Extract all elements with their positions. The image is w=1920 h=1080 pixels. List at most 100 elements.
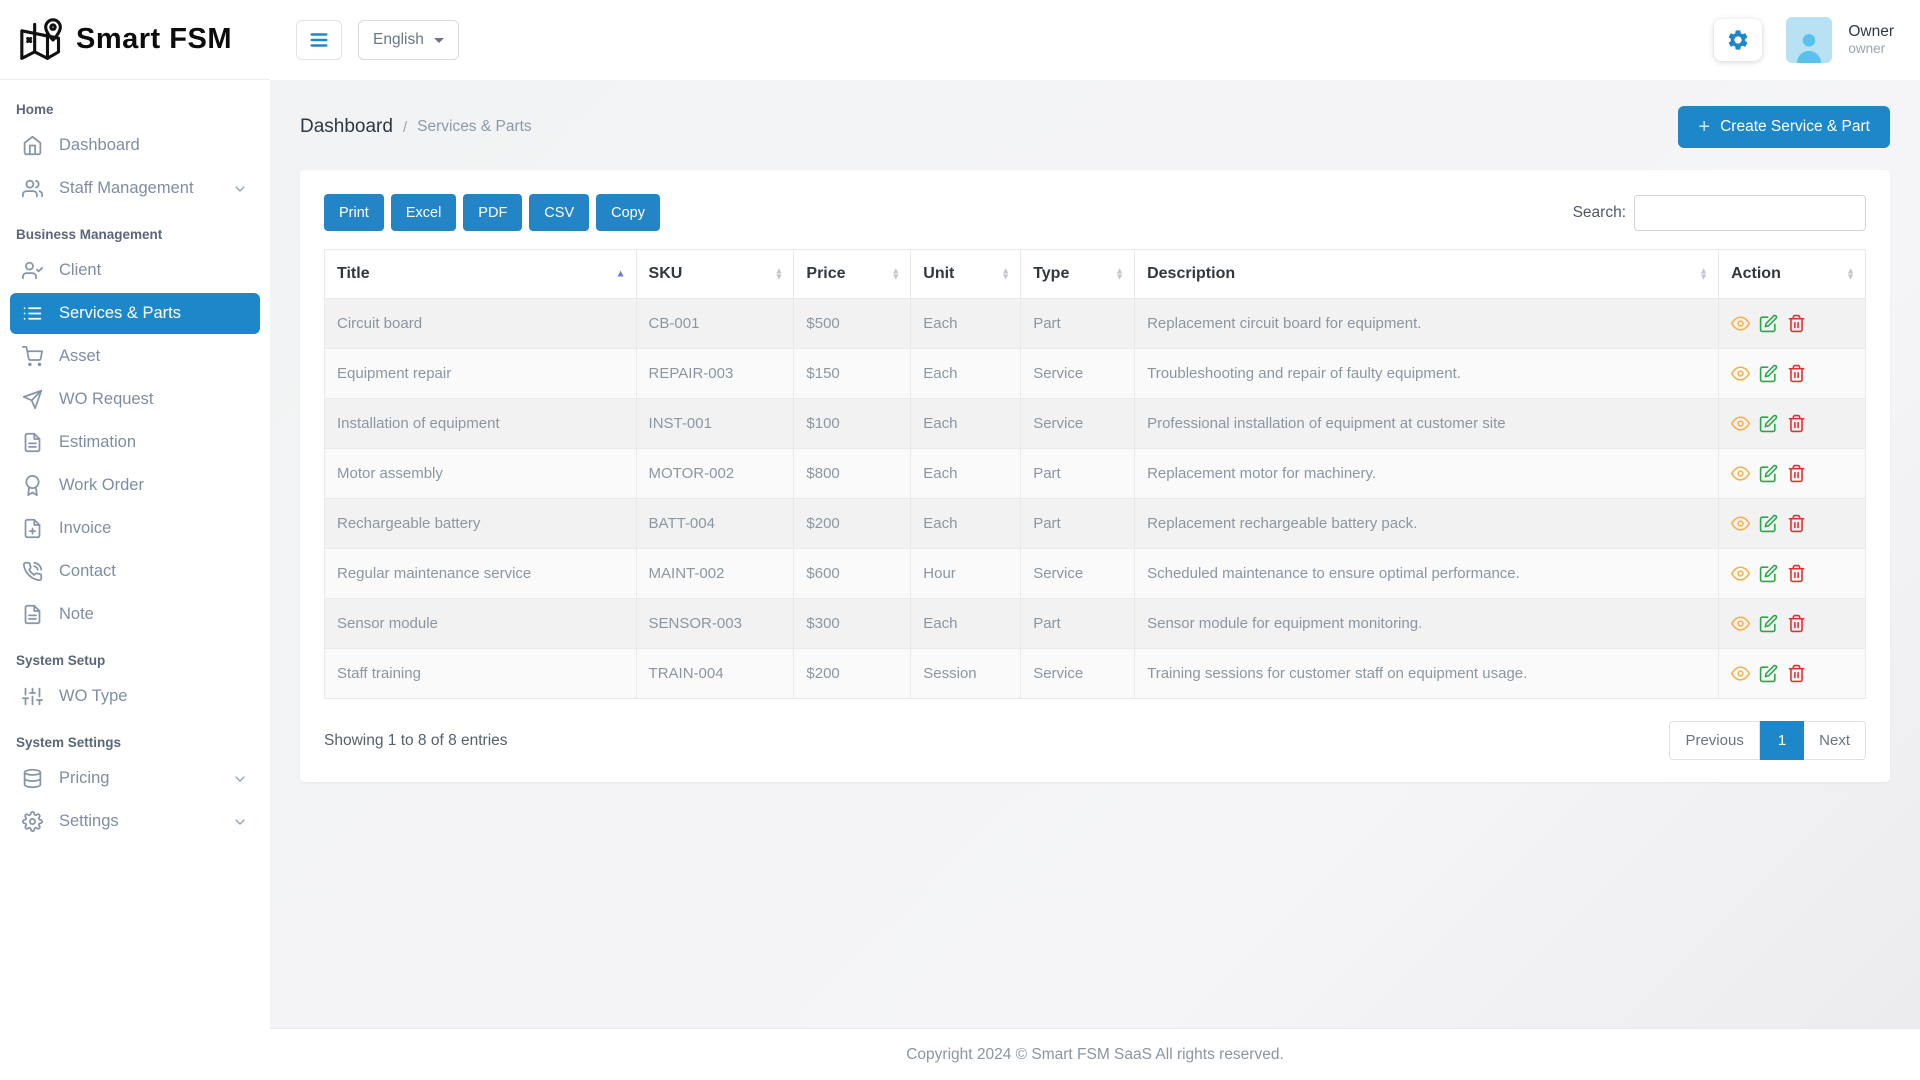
table-row: Circuit boardCB-001$500EachPartReplaceme… xyxy=(325,299,1866,349)
view-button[interactable] xyxy=(1731,414,1750,433)
chevron-down-icon xyxy=(232,771,248,787)
column-header-type[interactable]: Type▲▼ xyxy=(1021,250,1135,299)
trash-icon xyxy=(1787,364,1806,383)
sidebar-section-business-management: Business Management xyxy=(0,211,270,248)
sidebar-item-settings[interactable]: Settings xyxy=(10,801,260,842)
sidebar-item-services-parts[interactable]: Services & Parts xyxy=(10,293,260,334)
delete-button[interactable] xyxy=(1787,614,1806,633)
copy-export-button[interactable]: Copy xyxy=(596,194,660,231)
sidebar-item-dashboard[interactable]: Dashboard xyxy=(10,125,260,166)
csv-export-button[interactable]: CSV xyxy=(529,194,589,231)
edit-button[interactable] xyxy=(1759,614,1778,633)
file-plus-icon xyxy=(22,518,43,539)
edit-button[interactable] xyxy=(1759,414,1778,433)
edit-button[interactable] xyxy=(1759,514,1778,533)
view-button[interactable] xyxy=(1731,564,1750,583)
column-header-sku[interactable]: SKU▲▼ xyxy=(636,250,794,299)
cell-sku: TRAIN-004 xyxy=(636,649,794,699)
view-button[interactable] xyxy=(1731,314,1750,333)
plus-icon: + xyxy=(1698,117,1710,137)
eye-icon xyxy=(1731,414,1750,433)
eye-icon xyxy=(1731,564,1750,583)
sort-both-icon: ▲▼ xyxy=(891,268,900,279)
breadcrumb-row: Dashboard / Services & Parts + Create Se… xyxy=(270,80,1920,170)
settings-gear-button[interactable] xyxy=(1714,19,1762,61)
list-icon xyxy=(22,303,43,324)
sidebar-item-client[interactable]: Client xyxy=(10,250,260,291)
cell-description: Replacement circuit board for equipment. xyxy=(1135,299,1719,349)
sidebar-item-wo-type[interactable]: WO Type xyxy=(10,676,260,717)
sidebar-item-contact[interactable]: Contact xyxy=(10,551,260,592)
excel-export-button[interactable]: Excel xyxy=(391,194,456,231)
column-header-unit[interactable]: Unit▲▼ xyxy=(911,250,1021,299)
table-row: Equipment repairREPAIR-003$150EachServic… xyxy=(325,349,1866,399)
sidebar-item-label: Client xyxy=(59,261,101,280)
sidebar-item-label: Pricing xyxy=(59,769,109,788)
delete-button[interactable] xyxy=(1787,314,1806,333)
view-button[interactable] xyxy=(1731,364,1750,383)
sidebar-item-wo-request[interactable]: WO Request xyxy=(10,379,260,420)
sidebar-item-label: Staff Management xyxy=(59,179,194,198)
cell-price: $500 xyxy=(794,299,911,349)
sidebar-item-estimation[interactable]: Estimation xyxy=(10,422,260,463)
delete-button[interactable] xyxy=(1787,414,1806,433)
table-row: Regular maintenance serviceMAINT-002$600… xyxy=(325,549,1866,599)
sidebar-section-system-settings: System Settings xyxy=(0,719,270,756)
sidebar-item-work-order[interactable]: Work Order xyxy=(10,465,260,506)
view-button[interactable] xyxy=(1731,514,1750,533)
sidebar-item-pricing[interactable]: Pricing xyxy=(10,758,260,799)
language-dropdown[interactable]: English xyxy=(358,20,459,60)
breadcrumb-dashboard[interactable]: Dashboard xyxy=(300,116,393,138)
view-button[interactable] xyxy=(1731,614,1750,633)
cell-action xyxy=(1719,499,1866,549)
pagination-previous-button[interactable]: Previous xyxy=(1669,721,1759,760)
brand-name: Smart FSM xyxy=(76,23,232,56)
delete-button[interactable] xyxy=(1787,564,1806,583)
edit-button[interactable] xyxy=(1759,464,1778,483)
view-button[interactable] xyxy=(1731,664,1750,683)
brand-logo[interactable]: Smart FSM xyxy=(0,0,270,80)
hamburger-icon xyxy=(308,29,330,51)
pagination-next-button[interactable]: Next xyxy=(1804,721,1866,760)
sidebar-section-system-setup: System Setup xyxy=(0,637,270,674)
column-header-price[interactable]: Price▲▼ xyxy=(794,250,911,299)
row-actions xyxy=(1731,564,1853,583)
delete-button[interactable] xyxy=(1787,464,1806,483)
sidebar: Smart FSM HomeDashboardStaff ManagementB… xyxy=(0,0,270,1080)
delete-button[interactable] xyxy=(1787,664,1806,683)
edit-button[interactable] xyxy=(1759,314,1778,333)
column-label: Description xyxy=(1147,265,1235,282)
edit-button[interactable] xyxy=(1759,664,1778,683)
cell-description: Scheduled maintenance to ensure optimal … xyxy=(1135,549,1719,599)
print-export-button[interactable]: Print xyxy=(324,194,384,231)
cell-price: $800 xyxy=(794,449,911,499)
create-service-part-button[interactable]: + Create Service & Part xyxy=(1678,106,1890,148)
sidebar-item-note[interactable]: Note xyxy=(10,594,260,635)
map-pin-logo-icon xyxy=(20,18,64,62)
edit-button[interactable] xyxy=(1759,364,1778,383)
cell-description: Troubleshooting and repair of faulty equ… xyxy=(1135,349,1719,399)
sidebar-toggle-button[interactable] xyxy=(296,20,342,60)
sidebar-item-label: Invoice xyxy=(59,519,111,538)
column-header-action[interactable]: Action▲▼ xyxy=(1719,250,1866,299)
table-row: Installation of equipmentINST-001$100Eac… xyxy=(325,399,1866,449)
table-body: Circuit boardCB-001$500EachPartReplaceme… xyxy=(325,299,1866,699)
search-input[interactable] xyxy=(1634,195,1866,231)
pdf-export-button[interactable]: PDF xyxy=(463,194,522,231)
cell-title: Installation of equipment xyxy=(325,399,637,449)
cell-action xyxy=(1719,549,1866,599)
sidebar-item-asset[interactable]: Asset xyxy=(10,336,260,377)
edit-button[interactable] xyxy=(1759,564,1778,583)
user-avatar[interactable] xyxy=(1786,17,1832,63)
column-header-title[interactable]: Title▲ xyxy=(325,250,637,299)
view-button[interactable] xyxy=(1731,464,1750,483)
pagination-page-1-button[interactable]: 1 xyxy=(1760,721,1804,760)
sidebar-item-label: WO Type xyxy=(59,687,127,706)
user-meta[interactable]: Owner owner xyxy=(1848,22,1894,58)
delete-button[interactable] xyxy=(1787,364,1806,383)
sidebar-item-staff-management[interactable]: Staff Management xyxy=(10,168,260,209)
cell-action xyxy=(1719,599,1866,649)
delete-button[interactable] xyxy=(1787,514,1806,533)
column-header-description[interactable]: Description▲▼ xyxy=(1135,250,1719,299)
sidebar-item-invoice[interactable]: Invoice xyxy=(10,508,260,549)
